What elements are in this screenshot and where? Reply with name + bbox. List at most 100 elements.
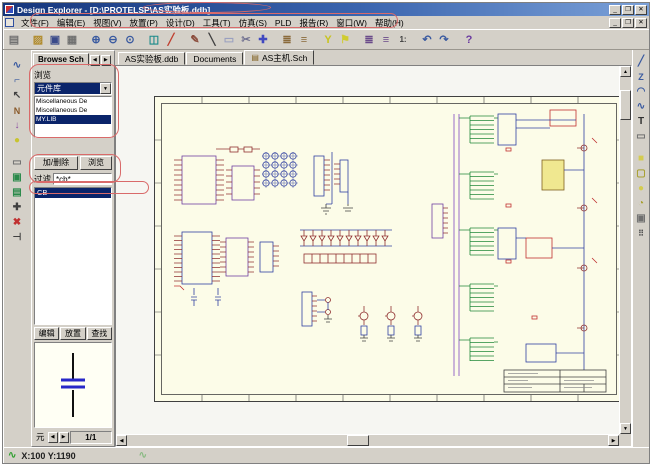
graphic-icon[interactable]: ▣ (634, 212, 648, 225)
zoom-out-icon[interactable]: ⊖ (105, 32, 121, 48)
help-icon[interactable]: ? (461, 32, 477, 48)
next-part-button[interactable]: ▶ (59, 432, 69, 443)
menu-pld[interactable]: PLD (271, 18, 296, 28)
menu-view[interactable]: 视图(V) (89, 17, 125, 29)
menu-simulate[interactable]: 仿真(S) (235, 17, 271, 29)
roundrect-draw-icon[interactable]: ▢ (634, 167, 648, 180)
chevron-down-icon[interactable]: ▼ (100, 83, 111, 94)
open-folder-icon[interactable]: ▨ (30, 32, 46, 48)
schematic-canvas[interactable]: ▲ ▼ ◀ ▶ (115, 65, 632, 447)
cursor-icon[interactable]: ↖ (9, 89, 25, 102)
menu-window[interactable]: 窗口(W) (332, 17, 371, 29)
tab-documents[interactable]: Documents (186, 52, 243, 65)
list-item[interactable]: Miscellaneous De (35, 106, 111, 115)
no-erc-icon[interactable]: ✖ (9, 216, 25, 229)
line-icon[interactable]: ╲ (204, 32, 220, 48)
array-icon[interactable]: ⠿ (634, 227, 648, 240)
menu-file[interactable]: 文件(F) (17, 17, 53, 29)
bezier-icon[interactable]: ∿ (634, 100, 648, 113)
filter-input[interactable] (53, 173, 112, 185)
child-minimize-button[interactable]: _ (609, 18, 621, 28)
annotate-icon[interactable]: 1: (395, 32, 411, 48)
vertical-scroll-thumb[interactable] (620, 90, 631, 120)
list-item-selected[interactable]: MY.LIB (35, 115, 111, 124)
undo-icon[interactable]: ↶ (419, 32, 435, 48)
zoom-in-icon[interactable]: ⊕ (88, 32, 104, 48)
line-draw-icon[interactable]: ╱ (634, 55, 648, 68)
wire-tool-icon[interactable]: ∿ (9, 59, 25, 72)
place-button[interactable]: 放置 (60, 327, 85, 340)
rect-tool-icon[interactable]: ▭ (9, 156, 25, 169)
menu-tools[interactable]: 工具(T) (199, 17, 235, 29)
scroll-down-button[interactable]: ▼ (620, 423, 631, 434)
book-down-icon[interactable]: ≡ (378, 32, 394, 48)
tab-as-board-ddb[interactable]: AS实验板.ddb (118, 52, 185, 65)
pin-icon[interactable]: ⊣ (9, 231, 25, 244)
child-close-button[interactable]: ✕ (635, 18, 647, 28)
scroll-right-button[interactable]: ▶ (608, 435, 619, 446)
frame-tool-icon[interactable]: ▭ (634, 130, 648, 143)
find-button[interactable]: 查找 (87, 327, 112, 340)
child-window-icon[interactable] (5, 18, 14, 27)
select-rect-icon[interactable]: ▭ (221, 32, 237, 48)
tools-icon[interactable]: ✎ (187, 32, 203, 48)
design-explorer-window: Design Explorer - [D:\PROTELSP\AS实验板.ddb… (2, 2, 650, 464)
panel-tab-scroll-right[interactable]: ▶ (101, 55, 111, 66)
list-item-selected[interactable]: CB (35, 188, 111, 198)
browse-mode-value: 元件库 (35, 83, 100, 94)
zoom-page-icon[interactable]: ⊙ (122, 32, 138, 48)
scroll-left-button[interactable]: ◀ (116, 435, 127, 446)
redo-icon[interactable]: ↷ (436, 32, 452, 48)
library-icon[interactable]: ≣ (279, 32, 295, 48)
ellipse-draw-icon[interactable]: ● (634, 182, 648, 195)
close-button[interactable]: ✕ (635, 5, 647, 15)
bus-tool-icon[interactable]: ⌐ (9, 74, 25, 87)
panel-tab-scroll-left[interactable]: ◀ (90, 55, 100, 66)
rect-draw-icon[interactable]: ■ (634, 152, 648, 165)
prev-part-button[interactable]: ◀ (48, 432, 58, 443)
vertical-scrollbar[interactable]: ▲ ▼ (619, 66, 631, 434)
list-item[interactable]: Miscellaneous De (35, 97, 111, 106)
browse-button[interactable]: 浏览 (80, 156, 112, 170)
edit-button[interactable]: 编辑 (34, 327, 59, 340)
cut-icon[interactable]: ✂ (238, 32, 254, 48)
scroll-up-button[interactable]: ▲ (620, 66, 631, 77)
text-tool-icon[interactable]: T (634, 115, 648, 128)
horizontal-scrollbar[interactable]: ◀ ▶ (116, 434, 619, 446)
components-icon[interactable]: ◫ (146, 32, 162, 48)
child-restore-button[interactable]: ❐ (622, 18, 634, 28)
component-list[interactable]: CB (34, 187, 112, 325)
sheet-symbol-icon[interactable]: ▣ (9, 171, 25, 184)
horizontal-scroll-thumb[interactable] (347, 435, 369, 446)
menu-reports[interactable]: 报告(R) (295, 17, 332, 29)
pie-draw-icon[interactable]: ◔ (634, 197, 648, 210)
tab-as-host-sch[interactable]: ▤ AS主机.Sch (244, 50, 314, 65)
library-list-icon[interactable]: ≡ (296, 32, 312, 48)
book-up-icon[interactable]: ≣ (361, 32, 377, 48)
schematic-sheet[interactable] (154, 96, 624, 402)
move-icon[interactable]: ✚ (255, 32, 271, 48)
crosshair-icon[interactable]: ✚ (9, 201, 25, 214)
menu-design[interactable]: 设计(D) (162, 17, 199, 29)
menu-place[interactable]: 放置(P) (126, 17, 162, 29)
library-list[interactable]: Miscellaneous De Miscellaneous De MY.LIB (34, 96, 112, 138)
sheet-entry-icon[interactable]: ▤ (9, 186, 25, 199)
probe-icon[interactable]: Y (320, 32, 336, 48)
save-icon[interactable]: ▣ (47, 32, 63, 48)
arc-draw-icon[interactable]: ◠ (634, 85, 648, 98)
menu-edit[interactable]: 编辑(E) (53, 17, 89, 29)
clipboard-icon[interactable]: ▤ (6, 32, 22, 48)
maximize-button[interactable]: ❐ (622, 5, 634, 15)
net-label-icon[interactable]: N (9, 104, 25, 117)
browse-mode-select[interactable]: 元件库 ▼ (34, 82, 112, 95)
junction-icon[interactable]: ● (9, 134, 25, 147)
print-icon[interactable]: ▦ (64, 32, 80, 48)
flag-icon[interactable]: ⚑ (337, 32, 353, 48)
add-remove-button[interactable]: 加/删除 (34, 156, 78, 170)
power-port-icon[interactable]: ↓ (9, 119, 25, 132)
polyline-icon[interactable]: Z (634, 70, 648, 83)
minimize-button[interactable]: _ (609, 5, 621, 15)
wire-icon[interactable]: ╱ (163, 32, 179, 48)
tab-browse-sch[interactable]: Browse Sch (33, 53, 89, 66)
menu-help[interactable]: 帮助(H) (371, 17, 408, 29)
